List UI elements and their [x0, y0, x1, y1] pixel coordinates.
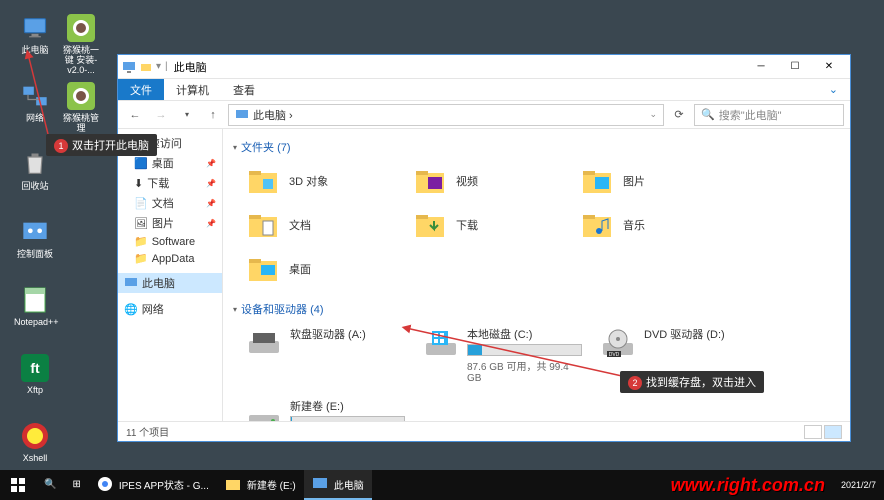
taskbar: 🔍 ⊞ IPES APP状态 - G... 新建卷 (E:) 此电脑 www.r… [0, 470, 884, 500]
sidebar-item-pictures[interactable]: 🖼图片📌 [118, 213, 222, 233]
annotation-2: 2找到缓存盘，双击进入 [620, 371, 764, 393]
svg-text:ft: ft [30, 360, 40, 376]
desktop-icon-notepad[interactable]: Notepad++ [14, 284, 56, 328]
start-button[interactable] [0, 470, 36, 500]
folder-documents[interactable]: 文档 [243, 205, 398, 245]
folder-icon [140, 61, 152, 73]
desktop-label: 猕猴桃管理 [60, 114, 102, 134]
ribbon: 文件 计算机 查看 ⌄ [118, 79, 850, 101]
desktop-icon-kiwi-manage[interactable]: 猕猴桃管理 [60, 80, 102, 134]
desktop-icon-this-pc[interactable]: 此电脑 [14, 12, 56, 56]
annotation-1: 1双击打开此电脑 [46, 134, 157, 156]
search-box[interactable]: 🔍 搜索"此电脑" [694, 104, 844, 126]
sidebar-item-software[interactable]: 📁Software [118, 233, 222, 250]
taskbar-search[interactable]: 🔍 [36, 470, 64, 500]
desktop-label: 网络 [14, 114, 56, 124]
sidebar-item-documents[interactable]: 📄文档📌 [118, 193, 222, 213]
drive-floppy-a[interactable]: 软盘驱动器 (A:) [243, 323, 408, 387]
nav-up[interactable]: ↑ [202, 104, 224, 126]
nav-forward[interactable]: → [150, 104, 172, 126]
svg-text:DVD: DVD [609, 352, 620, 358]
desktop-label: Xftp [14, 386, 56, 396]
taskbar-explorer-thispc[interactable]: 此电脑 [304, 470, 372, 500]
status-bar: 11 个项目 [118, 421, 850, 441]
window-title: 此电脑 [174, 59, 744, 75]
group-folders-header[interactable]: 文件夹 (7) [233, 135, 840, 161]
sidebar-this-pc[interactable]: 此电脑 [118, 273, 222, 293]
watermark-url: www.right.com.cn [671, 475, 833, 496]
desktop-label: Xshell [14, 454, 56, 464]
navigation-bar: ← → ▾ ↑ 此电脑 › ⌄ ⟳ 🔍 搜索"此电脑" [118, 101, 850, 129]
folder-pictures[interactable]: 图片 [577, 161, 732, 201]
desktop-label: Notepad++ [14, 318, 56, 328]
desktop-label: 此电脑 [14, 46, 56, 56]
taskbar-taskview[interactable]: ⊞ [64, 470, 88, 500]
sidebar-network[interactable]: 🌐网络 [118, 299, 222, 319]
group-drives-header[interactable]: 设备和驱动器 (4) [233, 297, 840, 323]
view-details[interactable] [804, 425, 822, 439]
ribbon-tab-computer[interactable]: 计算机 [164, 79, 221, 100]
desktop-label: 控制面板 [14, 250, 56, 260]
desktop-label: 猕猴桃一键 安装-v2.0-... [60, 46, 102, 76]
sidebar: ★快速访问 🟦桌面📌 ⬇下载📌 📄文档📌 🖼图片📌 📁Software 📁App… [118, 129, 223, 421]
folder-3d-objects[interactable]: 3D 对象 [243, 161, 398, 201]
taskbar-date: 2021/2/7 [833, 480, 884, 490]
status-text: 11 个项目 [126, 424, 169, 439]
address-bar[interactable]: 此电脑 › ⌄ [228, 104, 664, 126]
nav-refresh[interactable]: ⟳ [668, 104, 690, 126]
desktop-icon-network[interactable]: 网络 [14, 80, 56, 124]
dropdown-icon[interactable]: ▾ [156, 61, 161, 72]
folder-downloads[interactable]: 下载 [410, 205, 565, 245]
minimize-button[interactable]: ─ [744, 56, 778, 78]
maximize-button[interactable]: ☐ [778, 56, 812, 78]
nav-recent[interactable]: ▾ [176, 104, 198, 126]
sidebar-item-downloads[interactable]: ⬇下载📌 [118, 173, 222, 193]
drive-new-volume-e[interactable]: 新建卷 (E:) 126 GB 可用，共 126 GB [243, 395, 408, 421]
annotation-num: 2 [628, 376, 642, 390]
drive-local-c[interactable]: 本地磁盘 (C:) 87.6 GB 可用，共 99.4 GB [420, 323, 585, 387]
folder-videos[interactable]: 视频 [410, 161, 565, 201]
taskbar-chrome[interactable]: IPES APP状态 - G... [89, 470, 217, 500]
nav-back[interactable]: ← [124, 104, 146, 126]
close-button[interactable]: ✕ [812, 56, 846, 78]
desktop-icon-xshell[interactable]: Xshell [14, 420, 56, 464]
annotation-num: 1 [54, 139, 68, 153]
taskbar-explorer-e[interactable]: 新建卷 (E:) [217, 470, 304, 500]
ribbon-tab-file[interactable]: 文件 [118, 79, 164, 100]
titlebar[interactable]: ▾ | 此电脑 ─ ☐ ✕ [118, 55, 850, 79]
sidebar-item-desktop[interactable]: 🟦桌面📌 [118, 153, 222, 173]
pc-icon [122, 60, 136, 74]
desktop-icon-control-panel[interactable]: 控制面板 [14, 216, 56, 260]
desktop-label: 回收站 [14, 182, 56, 192]
ribbon-expand[interactable]: ⌄ [817, 79, 850, 100]
desktop-icon-kiwi-install[interactable]: 猕猴桃一键 安装-v2.0-... [60, 12, 102, 76]
sidebar-item-appdata[interactable]: 📁AppData [118, 250, 222, 267]
folder-music[interactable]: 音乐 [577, 205, 732, 245]
folder-desktop[interactable]: 桌面 [243, 249, 398, 289]
desktop-icon-xftp[interactable]: ft Xftp [14, 352, 56, 396]
ribbon-tab-view[interactable]: 查看 [221, 79, 267, 100]
view-icons[interactable] [824, 425, 842, 439]
